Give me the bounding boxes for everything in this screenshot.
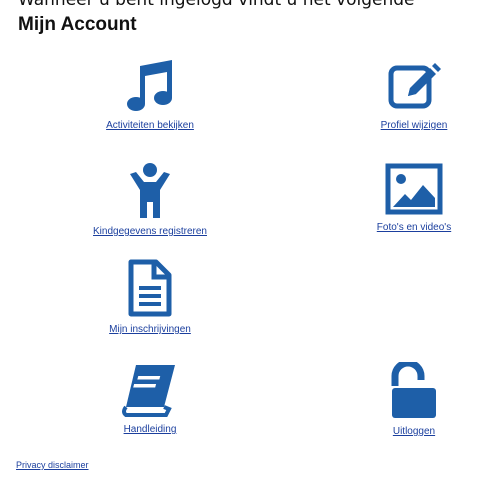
- tile-label[interactable]: Handleiding: [124, 424, 177, 435]
- tile-label[interactable]: Uitloggen: [393, 426, 435, 437]
- tile-activiteiten-bekijken[interactable]: Activiteiten bekijken: [50, 58, 250, 131]
- tile-uitloggen[interactable]: Uitloggen: [314, 362, 477, 437]
- photo-icon: [385, 163, 443, 215]
- tile-handleiding[interactable]: Handleiding: [50, 362, 250, 435]
- tile-label[interactable]: Profiel wijzigen: [381, 120, 448, 131]
- account-page: Wanneer u bent ingelogd vindt u het volg…: [0, 0, 477, 479]
- intro-text: Wanneer u bent ingelogd vindt u het volg…: [18, 0, 415, 10]
- tile-kindgegevens-registreren[interactable]: Kindgegevens registreren: [50, 162, 250, 237]
- tile-mijn-inschrijvingen[interactable]: Mijn inschrijvingen: [50, 258, 250, 335]
- tile-label[interactable]: Mijn inschrijvingen: [109, 324, 191, 335]
- tile-label[interactable]: Activiteiten bekijken: [106, 120, 194, 131]
- book-icon: [122, 365, 175, 417]
- tile-label[interactable]: Foto's en video's: [377, 222, 451, 233]
- privacy-disclaimer-link[interactable]: Privacy disclaimer: [16, 460, 89, 470]
- music-note-icon: [127, 60, 172, 111]
- tile-label[interactable]: Kindgegevens registreren: [93, 226, 207, 237]
- document-icon: [128, 259, 172, 317]
- tile-fotos-en-videos[interactable]: Foto's en video's: [314, 162, 477, 233]
- child-icon: [130, 163, 170, 218]
- unlock-icon: [391, 362, 436, 418]
- edit-icon: [388, 63, 441, 109]
- tile-profiel-wijzigen[interactable]: Profiel wijzigen: [314, 58, 477, 131]
- page-title: Mijn Account: [18, 14, 137, 35]
